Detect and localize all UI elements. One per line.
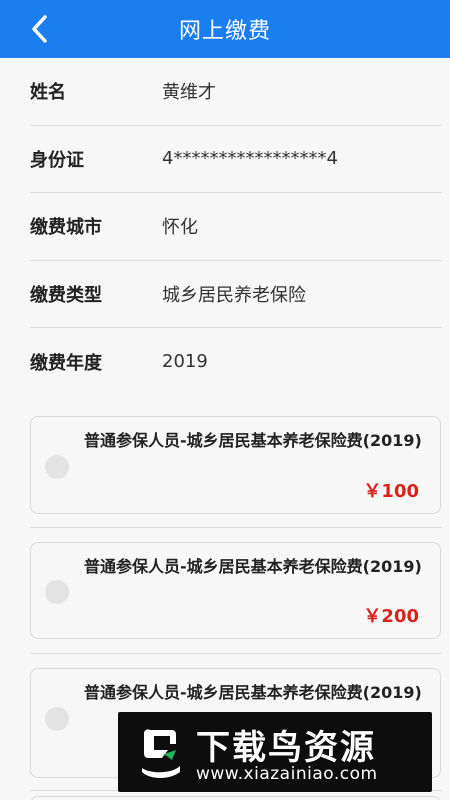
fee-price: ￥100 bbox=[363, 481, 419, 502]
payment-type-label: 缴费类型 bbox=[30, 284, 102, 306]
payer-info-list: 姓名 黄维才 身份证 4*****************4 缴费城市 怀化 缴… bbox=[30, 58, 442, 396]
bird-logo-icon bbox=[142, 729, 180, 778]
city-label: 缴费城市 bbox=[30, 217, 102, 239]
payment-year-label: 缴费年度 bbox=[30, 352, 102, 374]
payment-year-value: 2019 bbox=[162, 351, 208, 373]
chevron-left-icon bbox=[32, 15, 47, 43]
fee-radio[interactable] bbox=[45, 707, 69, 731]
fee-item-name: 普通参保人员-城乡居民基本养老保险费(2019) bbox=[84, 431, 422, 450]
watermark-title: 下载鸟资源 bbox=[196, 728, 376, 768]
info-row-name: 姓名 黄维才 bbox=[30, 58, 442, 126]
name-value: 黄维才 bbox=[162, 82, 216, 104]
city-value: 怀化 bbox=[162, 217, 198, 239]
watermark-banner: 下载鸟资源 www.xiazainiao.com bbox=[118, 712, 432, 792]
watermark-url: www.xiazainiao.com bbox=[196, 764, 378, 784]
divider bbox=[30, 653, 442, 654]
payment-type-value: 城乡居民养老保险 bbox=[162, 284, 306, 306]
info-row-type: 缴费类型 城乡居民养老保险 bbox=[30, 261, 442, 328]
info-row-id-card: 身份证 4*****************4 bbox=[30, 126, 442, 193]
fee-item-name: 普通参保人员-城乡居民基本养老保险费(2019) bbox=[84, 557, 422, 576]
id-card-label: 身份证 bbox=[30, 149, 84, 171]
app-header: 网上缴费 bbox=[0, 0, 450, 58]
fee-radio[interactable] bbox=[45, 580, 69, 604]
page-title: 网上缴费 bbox=[178, 19, 271, 44]
id-card-value: 4*****************4 bbox=[162, 148, 338, 170]
fee-radio[interactable] bbox=[45, 455, 69, 479]
info-row-city: 缴费城市 怀化 bbox=[30, 193, 442, 261]
info-row-year: 缴费年度 2019 bbox=[30, 328, 442, 396]
fee-option-card[interactable]: 普通参保人员-城乡居民基本养老保险费(2019) ￥100 bbox=[30, 416, 441, 514]
fee-item-name: 普通参保人员-城乡居民基本养老保险费(2019) bbox=[84, 683, 422, 702]
fee-option-card[interactable]: 普通参保人员-城乡居民基本养老保险费(2019) ￥200 bbox=[30, 542, 441, 639]
fee-option-card[interactable] bbox=[30, 796, 441, 800]
name-label: 姓名 bbox=[30, 82, 66, 104]
divider bbox=[30, 527, 442, 528]
fee-price: ￥200 bbox=[363, 606, 419, 627]
back-button[interactable] bbox=[22, 11, 58, 47]
